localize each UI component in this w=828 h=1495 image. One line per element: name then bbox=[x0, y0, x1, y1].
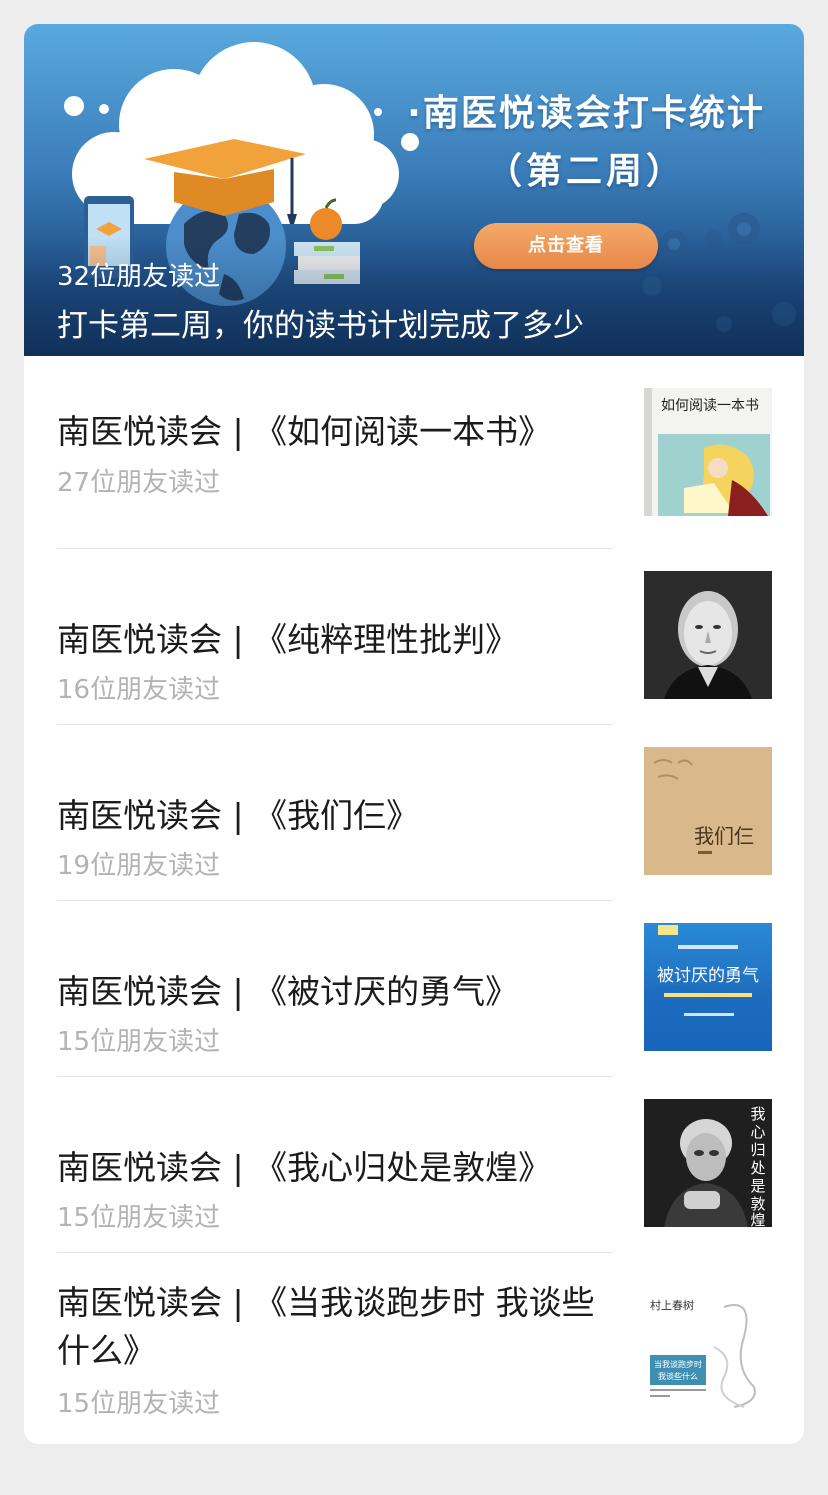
book-cover-we-three-icon: 我们仨 bbox=[644, 747, 772, 875]
svg-text:如何阅读一本书: 如何阅读一本书 bbox=[661, 397, 759, 414]
svg-text:当我谈跑步时: 当我谈跑步时 bbox=[654, 1359, 702, 1369]
list-item[interactable]: 南医悦读会 | 《被讨厌的勇气》 15位朋友读过 被讨厌的勇气 bbox=[24, 901, 804, 1076]
list-item[interactable]: 南医悦读会 | 《如何阅读一本书》 27位朋友读过 如何阅读一本书 bbox=[24, 356, 804, 548]
svg-text:我: 我 bbox=[750, 1105, 765, 1123]
article-read-count: 16位朋友读过 bbox=[57, 675, 221, 705]
svg-text:归: 归 bbox=[750, 1141, 765, 1159]
svg-text:我们仨: 我们仨 bbox=[694, 824, 754, 848]
featured-article-banner[interactable]: ·南医悦读会打卡统计 （第二周） 点击查看 32位朋友读过 打卡第二周，你的读书… bbox=[24, 24, 804, 356]
article-title: 南医悦读会 | 《我心归处是敦煌》 bbox=[57, 1148, 552, 1187]
svg-text:被讨厌的勇气: 被讨厌的勇气 bbox=[657, 966, 759, 986]
article-title: 南医悦读会 | 《当我谈跑步时 我谈些什么》 bbox=[57, 1283, 595, 1370]
banner-subtitle: （第二周） bbox=[485, 151, 686, 192]
list-item[interactable]: 南医悦读会 | 《当我谈跑步时 我谈些什么》 15位朋友读过 村上春树 当我谈跑… bbox=[24, 1253, 804, 1444]
view-details-button[interactable]: 点击查看 bbox=[474, 223, 658, 269]
svg-text:心: 心 bbox=[750, 1123, 765, 1141]
book-cover-courage-icon: 被讨厌的勇气 bbox=[644, 923, 772, 1051]
article-title: 南医悦读会 | 《如何阅读一本书》 bbox=[57, 412, 552, 451]
list-item[interactable]: 南医悦读会 | 《纯粹理性批判》 16位朋友读过 bbox=[24, 549, 804, 724]
svg-text:是: 是 bbox=[750, 1177, 765, 1195]
banner-title: ·南医悦读会打卡统计 bbox=[407, 93, 765, 134]
article-read-count: 19位朋友读过 bbox=[57, 851, 221, 881]
article-title: 南医悦读会 | 《我们仨》 bbox=[57, 796, 420, 835]
svg-text:村上春树: 村上春树 bbox=[650, 1298, 694, 1312]
article-list-card: ·南医悦读会打卡统计 （第二周） 点击查看 32位朋友读过 打卡第二周，你的读书… bbox=[24, 24, 804, 1444]
article-title: 南医悦读会 | 《被讨厌的勇气》 bbox=[57, 972, 519, 1011]
svg-text:我谈些什么: 我谈些什么 bbox=[658, 1371, 698, 1381]
svg-text:煌: 煌 bbox=[750, 1211, 765, 1227]
book-cover-running-icon: 村上春树 当我谈跑步时 我谈些什么 bbox=[644, 1287, 772, 1415]
article-read-count: 27位朋友读过 bbox=[57, 468, 221, 498]
article-title: 南医悦读会 | 《纯粹理性批判》 bbox=[57, 620, 519, 659]
article-read-count: 15位朋友读过 bbox=[57, 1027, 221, 1057]
kant-portrait-icon bbox=[644, 571, 772, 699]
article-read-count: 15位朋友读过 bbox=[57, 1389, 221, 1419]
list-item[interactable]: 南医悦读会 | 《我们仨》 19位朋友读过 我们仨 bbox=[24, 725, 804, 900]
book-cover-dunhuang-icon: 我 心 归 处 是 敦 煌 bbox=[644, 1099, 772, 1227]
svg-text:处: 处 bbox=[750, 1159, 765, 1177]
banner-read-count: 32位朋友读过 bbox=[57, 262, 221, 292]
article-read-count: 15位朋友读过 bbox=[57, 1203, 221, 1233]
list-item[interactable]: 南医悦读会 | 《我心归处是敦煌》 15位朋友读过 我 心 归 处 是 敦 煌 bbox=[24, 1077, 804, 1252]
banner-description: 打卡第二周，你的读书计划完成了多少 bbox=[57, 308, 584, 344]
book-cover-how-to-read-icon: 如何阅读一本书 bbox=[644, 388, 772, 516]
